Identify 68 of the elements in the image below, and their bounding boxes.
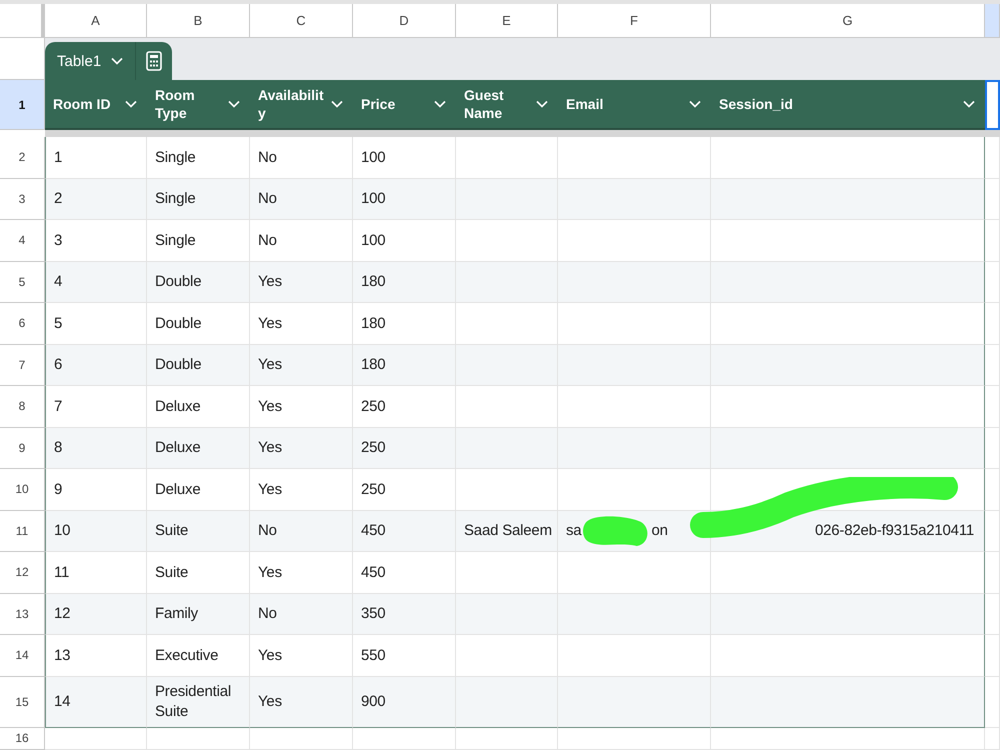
table-cell: 12 [45,594,147,635]
table-cell: 450 [353,510,456,552]
row-number[interactable]: 6 [0,303,45,344]
table-cell: 2 [45,178,147,220]
row-number[interactable]: 14 [0,635,45,676]
chevron-icon [228,100,240,108]
row-number[interactable]: 16 [0,728,45,750]
cell-text: 026-82eb-f9315a210411 [814,521,974,540]
chevron-icon [689,100,701,108]
column-filter-header[interactable]: Room ID [45,80,147,130]
row-number[interactable]: 5 [0,262,45,303]
table-cell: Deluxe [147,428,250,469]
table-cell: Double [147,262,250,303]
table-cell: Suite [147,510,250,552]
table-cell: 100 [353,178,456,220]
table-cell: 900 [353,676,456,728]
table-cell: Yes [250,676,353,728]
table-cell: 4 [45,262,147,303]
column-filter-header[interactable]: Price [353,80,456,130]
table-cell: Double [147,344,250,386]
table-cell: 10 [45,510,147,552]
table-cell: 6 [45,344,147,386]
table-cell: Single [147,178,250,220]
column-filter-header[interactable]: Availability [250,80,353,130]
calculator-icon [146,51,162,71]
row-number[interactable]: 11 [0,510,45,552]
cell-text: on [651,521,668,540]
row-number[interactable]: 10 [0,469,45,510]
table-cell: No [250,510,353,552]
table-cell: Saad Saleem [456,510,558,552]
row-number[interactable]: 7 [0,344,45,386]
row-header-blank [0,38,45,80]
row-number[interactable]: 9 [0,428,45,469]
table-cell: No [250,594,353,635]
table-cell: Family [147,594,250,635]
chevron-icon [331,100,343,108]
table-cell: Presidential Suite [147,676,250,728]
cell-text: sa [566,521,582,540]
row-number[interactable]: 13 [0,594,45,635]
table-cell: 250 [353,428,456,469]
row-number[interactable]: 4 [0,220,45,262]
table-cell: 8 [45,428,147,469]
row-number[interactable]: 3 [0,178,45,220]
row-number[interactable]: 15 [0,676,45,728]
table-cell: Yes [250,344,353,386]
row-number[interactable]: 8 [0,386,45,428]
column-filter-header[interactable]: Email [558,80,711,130]
row-number[interactable]: 12 [0,552,45,594]
row-number[interactable]: 1 [0,80,45,130]
chevron-icon [963,100,975,108]
table-cell: 180 [353,262,456,303]
calculator-button[interactable] [136,42,172,80]
column-filter-header[interactable]: Guest Name [456,80,558,130]
table-cell: 350 [353,594,456,635]
column-filter-header[interactable]: Session_id [711,80,985,130]
selected-cell[interactable] [985,80,1000,130]
table-cell: Yes [250,262,353,303]
row-number[interactable]: 2 [0,137,45,178]
table-name-tab[interactable]: Table1 [45,42,136,80]
chevron-icon [111,57,124,65]
table-cell: 14 [45,676,147,728]
column-filter-header[interactable]: Room Type [147,80,250,130]
chevron-icon [125,100,137,108]
chevron-icon [434,100,446,108]
chevron-icon [536,100,548,108]
table-cell: No [250,178,353,220]
table-cell: Yes [250,428,353,469]
table-cell: 180 [353,344,456,386]
